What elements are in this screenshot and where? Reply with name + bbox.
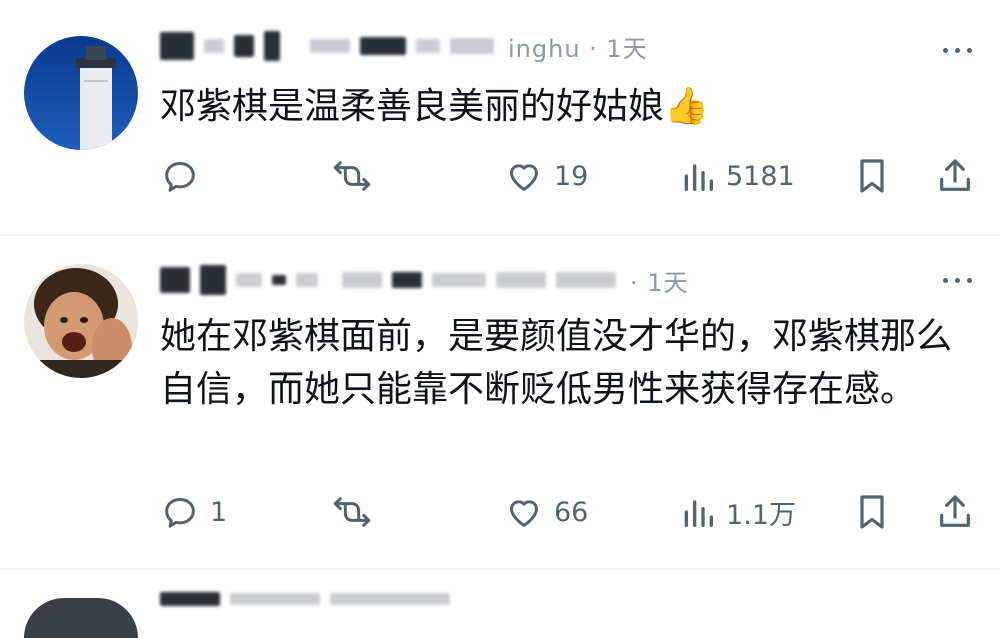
view-count: 1.1万	[726, 499, 796, 531]
bookmark-icon	[854, 492, 890, 532]
reply-button[interactable]	[160, 154, 210, 198]
share-button[interactable]	[936, 490, 974, 534]
bookmark-icon	[854, 156, 890, 196]
reply-button[interactable]: 1	[160, 490, 227, 534]
share-icon	[936, 492, 974, 532]
reply-count: 1	[210, 496, 228, 528]
more-icon[interactable]	[943, 48, 972, 53]
reply-icon	[160, 156, 200, 196]
avatar[interactable]	[24, 264, 138, 378]
like-button[interactable]: 66	[504, 490, 588, 534]
views-button[interactable]: 5181	[680, 154, 795, 198]
reply-icon	[160, 492, 200, 532]
avatar[interactable]	[24, 36, 138, 150]
like-icon	[504, 492, 544, 532]
views-button[interactable]: 1.1万	[680, 490, 796, 534]
view-count: 5181	[726, 160, 795, 192]
author-row[interactable]: inghu · 1天	[160, 26, 648, 66]
avatar[interactable]	[24, 598, 138, 638]
author-row[interactable]	[160, 590, 460, 608]
like-button[interactable]: 19	[504, 154, 588, 198]
post-handle-time: · 1天	[630, 268, 689, 297]
like-count: 19	[554, 160, 589, 192]
post-text: 邓紫棋是温柔善良美丽的好姑娘👍	[160, 86, 709, 127]
like-icon	[504, 156, 544, 196]
retweet-icon	[330, 156, 374, 196]
like-count: 66	[554, 496, 589, 528]
retweet-icon	[330, 492, 374, 532]
author-row[interactable]: · 1天	[160, 260, 689, 300]
post-actions: 1 66 1.1万	[160, 490, 975, 534]
post-actions: 19 5181	[160, 154, 975, 198]
post[interactable]: inghu · 1天 邓紫棋是温柔善良美丽的好姑娘👍 19 5181	[0, 0, 1000, 234]
post-text: 她在邓紫棋面前，是要颜值没才华的，邓紫棋那么自信，而她只能靠不断贬低男性来获得存…	[160, 316, 953, 410]
post[interactable]	[0, 570, 1000, 638]
views-icon	[680, 156, 716, 196]
post-handle-time: inghu · 1天	[508, 34, 648, 63]
more-icon[interactable]	[943, 278, 972, 283]
bookmark-button[interactable]	[854, 490, 890, 534]
retweet-button[interactable]	[330, 154, 374, 198]
timeline-feed: inghu · 1天 邓紫棋是温柔善良美丽的好姑娘👍 19 5181 · 1天 …	[0, 0, 1000, 638]
views-icon	[680, 492, 716, 532]
bookmark-button[interactable]	[854, 154, 890, 198]
share-icon	[936, 156, 974, 196]
post[interactable]: · 1天 她在邓紫棋面前，是要颜值没才华的，邓紫棋那么自信，而她只能靠不断贬低男…	[0, 236, 1000, 568]
retweet-button[interactable]	[330, 490, 374, 534]
share-button[interactable]	[936, 154, 974, 198]
